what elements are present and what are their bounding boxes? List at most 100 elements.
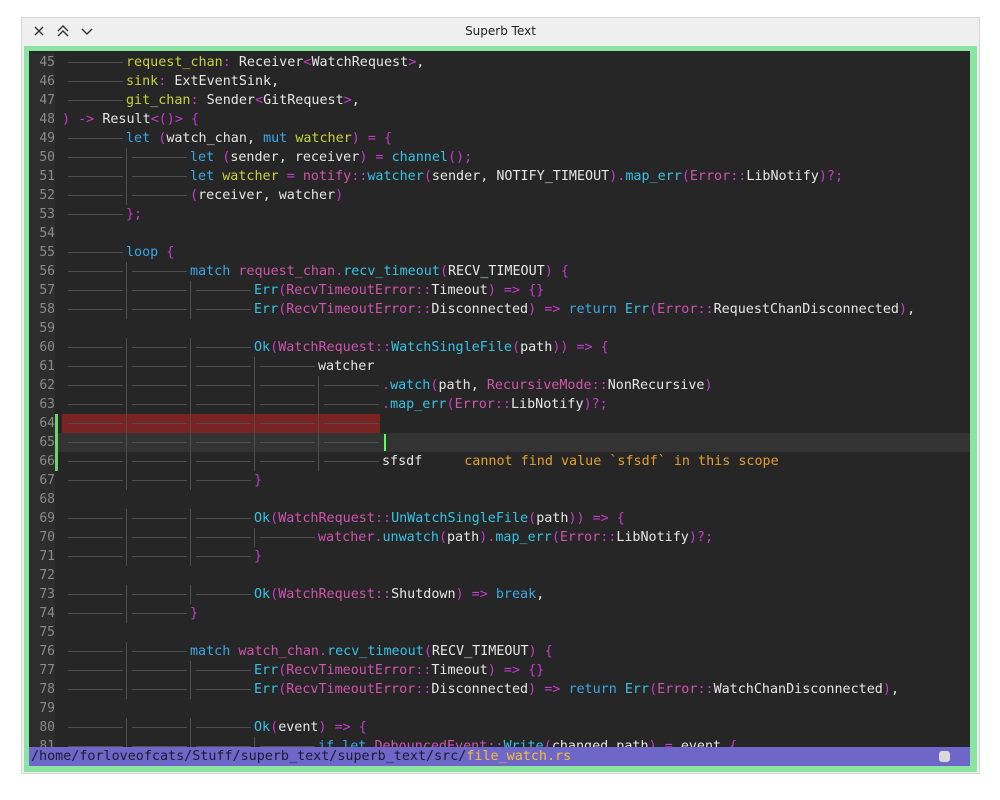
code-line[interactable]: 71} [29,547,970,566]
line-number: 47 [29,91,55,110]
code-line[interactable]: 73 Ok(WatchRequest::Shutdown) => break, [29,585,970,604]
line-number: 51 [29,167,55,186]
code-text: loop { [126,245,175,260]
code-text: sink: ExtEventSink, [126,74,280,89]
code-text: } [190,606,199,621]
line-number: 54 [29,224,55,243]
code-line[interactable]: 55 loop { [29,243,970,262]
line-number: 77 [29,661,55,680]
code-text: } [254,473,263,488]
line-number: 52 [29,186,55,205]
line-number: 80 [29,718,55,737]
code-text: let (sender, receiver) = channel(); [190,150,473,165]
code-line[interactable]: 70 watcher.unwatch(path).map_err(Error::L… [29,528,970,547]
code-line[interactable]: 57 Err(RecvTimeoutError::Timeout) => {} [29,281,970,300]
indent-guides [29,319,970,338]
code-line[interactable]: 58 Err(RecvTimeoutError::Disconnected) =>… [29,300,970,319]
title-bar[interactable]: Superb Text [22,18,979,46]
code-text: let (watch_chan, mut watcher) = { [126,131,393,146]
indent-guides [29,547,970,566]
code-line[interactable]: 62 .watch(path, RecursiveMode::NonRecursi… [29,376,970,395]
code-line[interactable]: 75 [29,623,970,642]
code-editor[interactable]: 45 request_chan: Receiver<WatchRequest>, 4… [29,51,970,747]
line-number: 57 [29,281,55,300]
code-line[interactable]: 77 Err(RecvTimeoutError::Timeout) => {} [29,661,970,680]
line-number: 74 [29,604,55,623]
code-text: if let DebouncedEvent::Write(changed_pat… [318,739,738,747]
line-number: 50 [29,148,55,167]
code-line[interactable]: 78 Err(RecvTimeoutError::Disconnected) =>… [29,680,970,699]
code-text: sfsdf [382,454,423,469]
line-number: 76 [29,642,55,661]
indent-guides [29,699,970,718]
line-number: 67 [29,471,55,490]
code-line[interactable]: 79 [29,699,970,718]
code-line[interactable]: 56 match request_chan.recv_timeout(RECV_T… [29,262,970,281]
line-number: 66 [29,452,55,471]
code-text: }; [126,207,143,222]
indent-guides [29,205,970,224]
line-number: 65 [29,433,55,452]
code-line[interactable]: 72 [29,566,970,585]
code-text: Ok(WatchRequest::Shutdown) => break, [254,587,545,602]
code-line[interactable]: 76 match watch_chan.recv_timeout(RECV_TIM… [29,642,970,661]
line-number: 64 [29,414,55,433]
code-line[interactable]: 53}; [29,205,970,224]
file-path-name: file_watch.rs [466,749,572,764]
code-line[interactable]: 51 let watcher = notify::watcher(sender, … [29,167,970,186]
code-line[interactable]: 74} [29,604,970,623]
line-number: 63 [29,395,55,414]
indent-guides [29,490,970,509]
code-line[interactable]: 69 Ok(WatchRequest::UnWatchSingleFile(pat… [29,509,970,528]
code-text: git_chan: Sender<GitRequest>, [126,93,360,108]
line-number: 48 [29,110,55,129]
code-line[interactable]: 50 let (sender, receiver) = channel(); [29,148,970,167]
code-text: Ok(event) => { [254,720,367,735]
code-line[interactable]: 52 (receiver, watcher) [29,186,970,205]
code-line[interactable]: 81 if let DebouncedEvent::Write(changed_p… [29,737,970,747]
text-cursor [384,434,386,451]
indent-guides [29,604,970,623]
indent-guides [29,414,970,433]
code-line[interactable]: 60 Ok(WatchRequest::WatchSingleFile(path)… [29,338,970,357]
line-number: 71 [29,547,55,566]
code-line[interactable]: 64 [29,414,970,433]
line-number: 53 [29,205,55,224]
code-text: Err(RecvTimeoutError::Timeout) => {} [254,283,545,298]
indent-guides [29,224,970,243]
code-line[interactable]: 63 .map_err(Error::LibNotify)?; [29,395,970,414]
file-path: /home/forloveofcats/Stuff/superb_text/su… [31,747,571,766]
code-line[interactable]: 47 git_chan: Sender<GitRequest>, [29,91,970,110]
code-line[interactable]: 49 let (watch_chan, mut watcher) = { [29,129,970,148]
code-line[interactable]: 59 [29,319,970,338]
code-text: Ok(WatchRequest::WatchSingleFile(path)) … [254,340,609,355]
code-text: Err(RecvTimeoutError::Disconnected) => r… [254,682,899,697]
code-line[interactable]: 46 sink: ExtEventSink, [29,72,970,91]
code-line[interactable]: 65 [29,433,970,452]
file-path-dir: /home/forloveofcats/Stuff/superb_text/su… [31,749,467,764]
code-text: ) -> Result<()> { [62,112,200,127]
modified-lines-marker [55,414,58,471]
code-line[interactable]: 45 request_chan: Receiver<WatchRequest>, [29,53,970,72]
indent-guides [29,357,970,376]
code-text: (receiver, watcher) [190,188,344,203]
code-line[interactable]: 68 [29,490,970,509]
line-number: 70 [29,528,55,547]
line-number: 46 [29,72,55,91]
line-number: 58 [29,300,55,319]
code-line[interactable]: 66 sfsdf cannot find value `sfsdf` in this… [29,452,970,471]
line-number: 60 [29,338,55,357]
line-number: 81 [29,737,55,747]
indent-guides [29,433,970,452]
code-line[interactable]: 80 Ok(event) => { [29,718,970,737]
code-line[interactable]: 67} [29,471,970,490]
code-text: let watcher = notify::watcher(sender, NO… [190,169,844,184]
code-line[interactable]: 54 [29,224,970,243]
error-message: cannot find value `sfsdf` in this scope [464,454,779,469]
code-line[interactable]: 61 watcher [29,357,970,376]
code-text: watcher.unwatch(path).map_err(Error::Lib… [318,530,714,545]
status-bar: /home/forloveofcats/Stuff/superb_text/su… [29,747,970,766]
code-line[interactable]: 48 ) -> Result<()> { [29,110,970,129]
code-text: } [254,549,263,564]
scroll-indicator[interactable] [939,751,950,762]
